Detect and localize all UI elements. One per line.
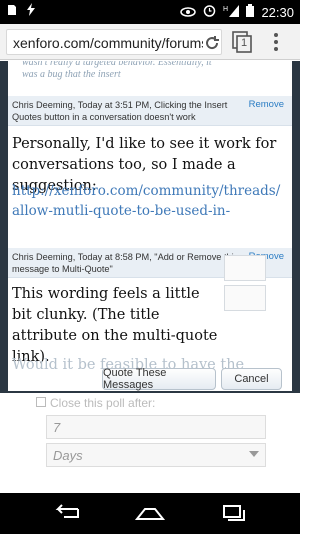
url-text[interactable]: xenforo.com/community/forums bbox=[13, 35, 208, 51]
message-title: Chris Deeming, Today at 3:51 PM, Clickin… bbox=[12, 100, 228, 122]
sd-card-icon bbox=[6, 4, 18, 19]
close-poll-checkbox[interactable] bbox=[36, 397, 46, 407]
multi-quote-dialog: wasn't really a targeted behavior. Essen… bbox=[8, 61, 292, 391]
message-link[interactable]: http://xenforo.com/community/threads/all… bbox=[12, 181, 288, 221]
browser-toolbar: xenforo.com/community/forums 1 bbox=[0, 24, 300, 60]
home-icon[interactable] bbox=[133, 503, 167, 523]
overflow-menu-icon[interactable] bbox=[272, 32, 280, 52]
background-field bbox=[224, 255, 266, 281]
lightning-icon bbox=[26, 3, 36, 19]
background-field bbox=[224, 285, 266, 311]
address-bar[interactable]: xenforo.com/community/forums bbox=[6, 29, 222, 55]
eye-icon bbox=[180, 5, 197, 20]
message-fragment: wasn't really a targeted behavior. Essen… bbox=[22, 61, 212, 80]
clock: 22:30 bbox=[261, 4, 294, 20]
remove-link[interactable]: Remove bbox=[249, 99, 284, 110]
svg-text:H: H bbox=[223, 6, 228, 13]
close-poll-label: Close this poll after: bbox=[50, 396, 156, 410]
tab-count: 1 bbox=[241, 37, 248, 49]
dialog-button-bar: Quote These Messages Cancel bbox=[8, 366, 292, 394]
message-header: Chris Deeming, Today at 3:51 PM, Clickin… bbox=[8, 96, 292, 126]
back-icon[interactable] bbox=[50, 503, 84, 523]
alarm-icon bbox=[203, 4, 216, 20]
reload-icon[interactable] bbox=[203, 34, 221, 52]
close-poll-input[interactable]: 7 bbox=[46, 415, 266, 439]
cancel-button[interactable]: Cancel bbox=[221, 368, 282, 390]
quote-messages-button[interactable]: Quote These Messages bbox=[102, 367, 216, 391]
period-select-value: Days bbox=[53, 448, 83, 463]
message-title: Chris Deeming, Today at 8:58 PM, "Add or… bbox=[12, 252, 239, 274]
battery-icon bbox=[246, 4, 255, 20]
signal-icon: H bbox=[223, 4, 240, 20]
chevron-down-icon bbox=[249, 451, 259, 457]
tab-switcher-button[interactable]: 1 bbox=[232, 31, 252, 53]
status-bar: H 22:30 bbox=[0, 0, 300, 24]
recent-apps-icon[interactable] bbox=[216, 503, 250, 523]
period-select[interactable]: Days bbox=[46, 443, 266, 467]
navigation-bar bbox=[0, 493, 300, 534]
